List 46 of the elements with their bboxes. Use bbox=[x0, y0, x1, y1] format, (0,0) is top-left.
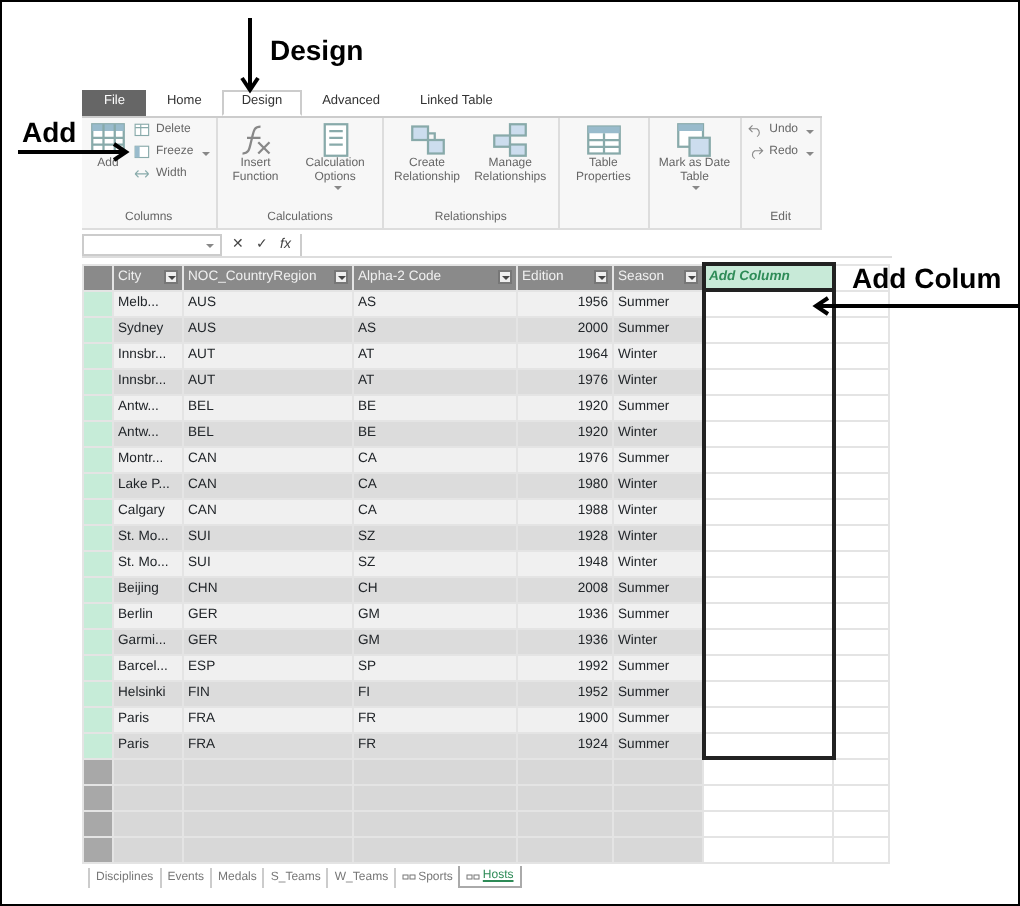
row-selector[interactable] bbox=[83, 732, 113, 758]
name-box[interactable] bbox=[82, 234, 222, 256]
undo-icon bbox=[747, 122, 766, 140]
row-selector[interactable] bbox=[83, 628, 113, 654]
row-selector[interactable] bbox=[83, 680, 113, 706]
row-selector[interactable] bbox=[83, 394, 113, 420]
filter-dropdown-icon[interactable] bbox=[498, 270, 512, 284]
linked-tables-icon bbox=[492, 122, 529, 158]
freeze-icon bbox=[134, 144, 152, 162]
filter-dropdown-icon[interactable] bbox=[683, 270, 697, 284]
filter-dropdown-icon[interactable] bbox=[334, 270, 348, 284]
caret-icon bbox=[806, 151, 815, 155]
table-icon bbox=[585, 122, 622, 158]
function-icon bbox=[237, 122, 274, 158]
row-selector[interactable] bbox=[83, 472, 113, 498]
select-all-corner[interactable] bbox=[83, 264, 113, 290]
redo-icon bbox=[747, 144, 766, 162]
callout-label: Design bbox=[270, 34, 364, 66]
caret-icon bbox=[692, 186, 701, 190]
caret-icon bbox=[333, 186, 342, 190]
row-selector[interactable] bbox=[83, 524, 113, 550]
row-selector[interactable] bbox=[83, 316, 113, 342]
callout-label: Add bbox=[22, 116, 77, 148]
callout-arrow bbox=[240, 18, 260, 94]
row-selector[interactable] bbox=[83, 446, 113, 472]
caret-icon bbox=[201, 151, 210, 155]
filter-dropdown-icon[interactable] bbox=[594, 270, 608, 284]
filter-dropdown-icon[interactable] bbox=[164, 270, 178, 284]
delete-icon bbox=[134, 122, 152, 140]
calendar-table-icon bbox=[676, 122, 713, 158]
caret-icon bbox=[206, 244, 214, 248]
link-icon bbox=[402, 872, 417, 882]
row-selector[interactable] bbox=[83, 706, 113, 732]
row-selector[interactable] bbox=[83, 550, 113, 576]
row-selector[interactable] bbox=[83, 576, 113, 602]
linked-tables-icon bbox=[409, 122, 445, 158]
row-selector[interactable] bbox=[83, 654, 113, 680]
link-icon bbox=[466, 871, 481, 881]
row-selector[interactable] bbox=[83, 420, 113, 446]
caret-icon bbox=[806, 129, 815, 133]
row-selector[interactable] bbox=[83, 342, 113, 368]
row-selector[interactable] bbox=[83, 498, 113, 524]
row-selector[interactable] bbox=[83, 368, 113, 394]
row-selector[interactable] bbox=[83, 602, 113, 628]
callout-label: Add Colum bbox=[852, 262, 1002, 294]
callout-arrow bbox=[18, 142, 130, 162]
